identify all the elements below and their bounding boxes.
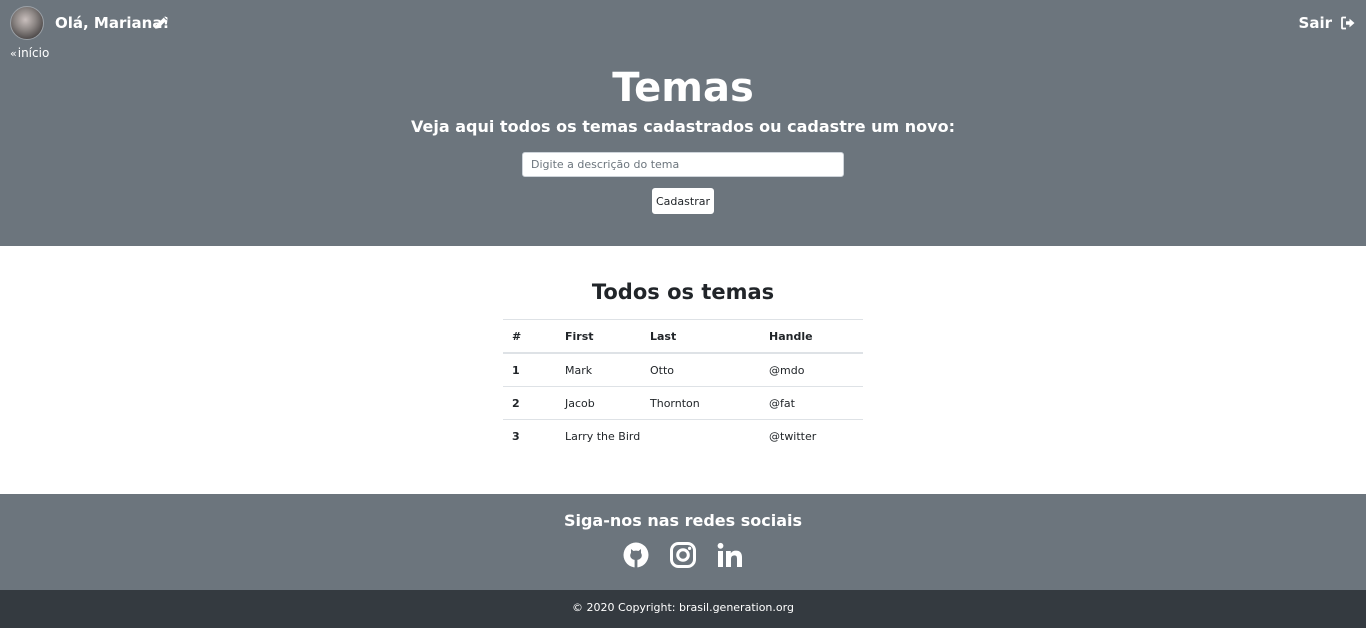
- themes-table: # First Last Handle 1 Mark Otto @mdo 2 J…: [503, 319, 863, 452]
- column-header-first: First: [556, 319, 641, 354]
- sign-out-icon: [1341, 16, 1355, 30]
- register-button[interactable]: Cadastrar: [652, 188, 714, 214]
- logout-label: Sair: [1298, 14, 1332, 32]
- cell-first: Jacob: [556, 386, 641, 420]
- cell-handle: @twitter: [760, 419, 863, 452]
- cell-handle: @mdo: [760, 352, 863, 387]
- row-number: 2: [503, 386, 556, 420]
- table-row: 1 Mark Otto @mdo: [503, 352, 863, 387]
- table-row: 3 Larry the Bird @twitter: [503, 419, 863, 452]
- social-links: [0, 541, 1366, 569]
- cell-last: Otto: [641, 352, 760, 387]
- social-footer: Siga-nos nas redes sociais: [0, 494, 1366, 590]
- logout-button[interactable]: Sair: [1299, 14, 1356, 32]
- copyright-bar: © 2020 Copyright: brasil.generation.org: [0, 590, 1366, 628]
- cell-first: Larry the Bird: [556, 419, 641, 452]
- section-title: Todos os temas: [591, 280, 775, 304]
- github-icon[interactable]: [622, 541, 650, 569]
- cell-last: Thornton: [641, 386, 760, 420]
- copyright-text: © 2020 Copyright: brasil.generation.org: [572, 601, 794, 614]
- pencil-icon[interactable]: [153, 15, 169, 31]
- back-link[interactable]: «início: [10, 46, 49, 61]
- table-row: 2 Jacob Thornton @fat: [503, 386, 863, 420]
- row-number: 3: [503, 419, 556, 452]
- column-header-last: Last: [641, 319, 760, 354]
- cell-last: [641, 419, 760, 452]
- column-header-number: #: [503, 319, 556, 354]
- instagram-icon[interactable]: [669, 541, 697, 569]
- back-link-label: início: [17, 46, 50, 60]
- table-header-row: # First Last Handle: [503, 319, 863, 354]
- column-header-handle: Handle: [760, 319, 863, 354]
- page-subtitle: Veja aqui todos os temas cadastrados ou …: [411, 117, 955, 136]
- cell-first: Mark: [556, 352, 641, 387]
- cell-handle: @fat: [760, 386, 863, 420]
- linkedin-icon[interactable]: [716, 541, 744, 569]
- row-number: 1: [503, 352, 556, 387]
- header: Olá, Mariana! Sair «início Temas Veja aq…: [0, 0, 1366, 246]
- social-title: Siga-nos nas redes sociais: [563, 511, 803, 530]
- page-title: Temas: [612, 65, 754, 111]
- double-chevron-left-icon: «: [10, 47, 17, 60]
- theme-description-input[interactable]: [522, 152, 844, 177]
- avatar[interactable]: [10, 6, 44, 40]
